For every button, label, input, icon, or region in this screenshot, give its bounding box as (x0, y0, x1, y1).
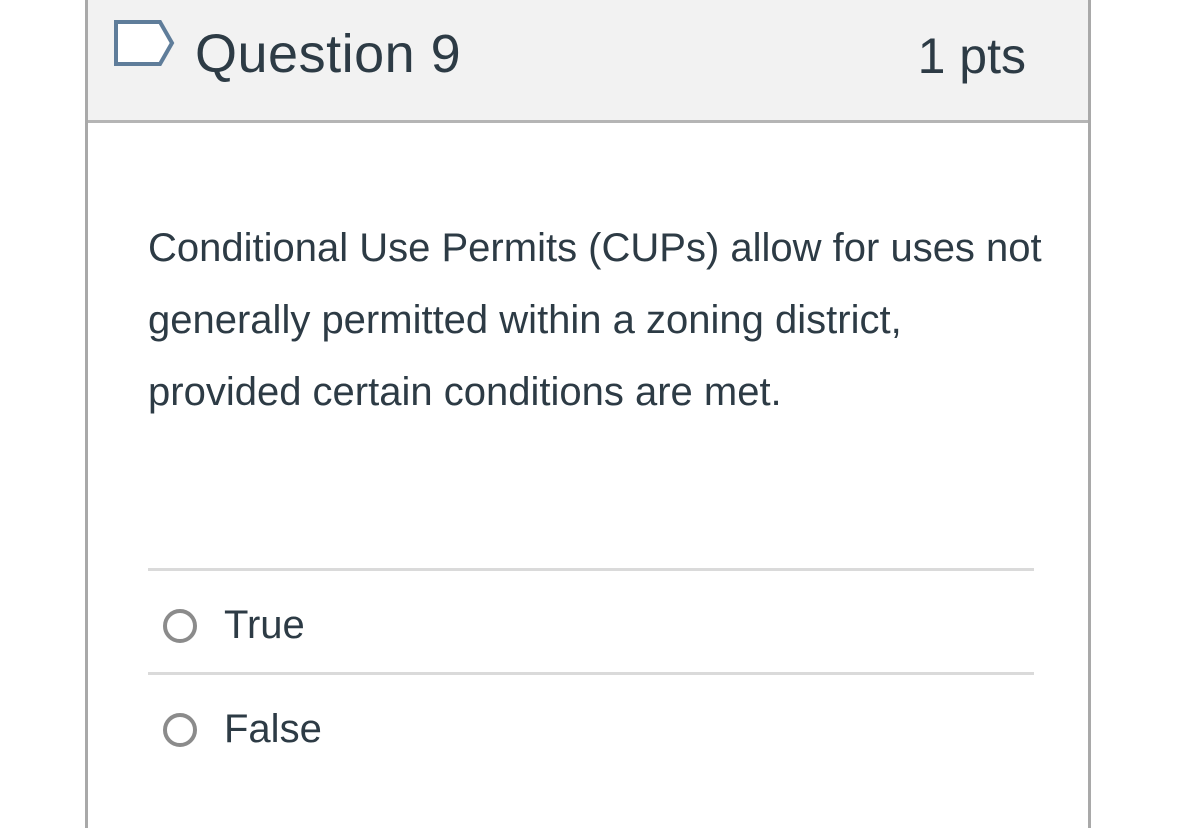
answer-label-false: False (224, 707, 322, 751)
answer-option-true[interactable]: True (148, 568, 1034, 672)
answer-label-true: True (224, 603, 305, 647)
answer-list: True False (148, 568, 1034, 776)
question-points: 1 pts (917, 28, 1026, 84)
question-title: Question 9 (195, 24, 462, 84)
radio-button-true[interactable] (163, 609, 197, 643)
question-card: Question 9 1 pts Conditional Use Permits… (85, 0, 1091, 828)
flag-question-icon[interactable] (112, 18, 176, 68)
question-header: Question 9 1 pts (88, 0, 1088, 123)
question-text: Conditional Use Permits (CUPs) allow for… (148, 226, 1042, 414)
answer-option-false[interactable]: False (148, 672, 1034, 776)
radio-button-false[interactable] (163, 713, 197, 747)
